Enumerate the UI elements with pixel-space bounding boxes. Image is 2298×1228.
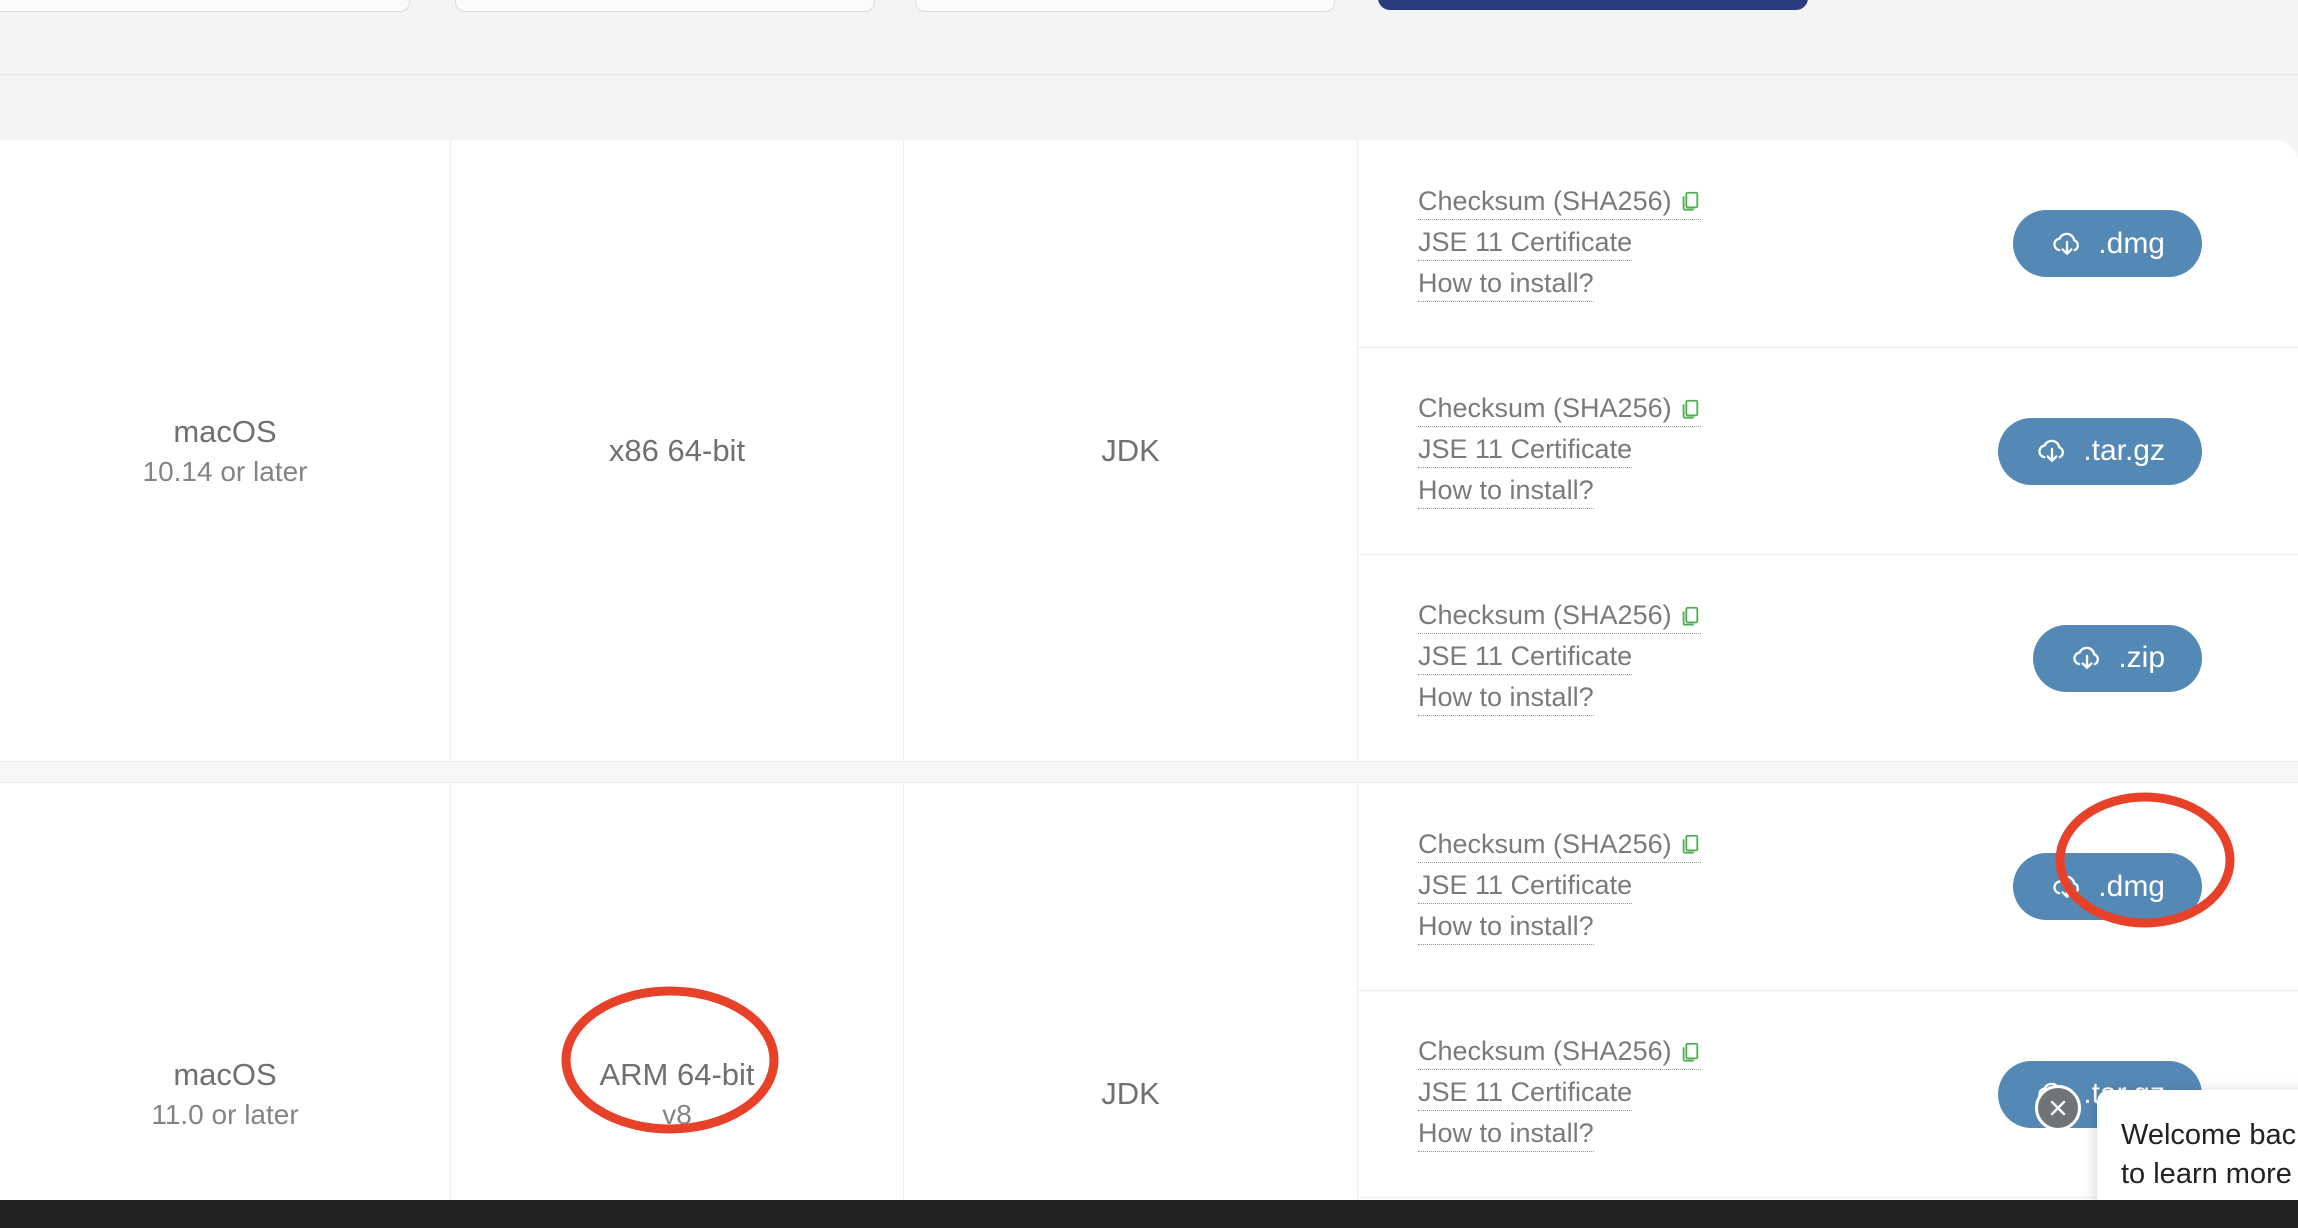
download-links: Checksum (SHA256) JSE 11 Certificate How… (1418, 1036, 1701, 1152)
how-to-install-link[interactable]: How to install? (1418, 475, 1594, 509)
certificate-link[interactable]: JSE 11 Certificate (1418, 641, 1633, 675)
section-divider-band (0, 48, 2298, 140)
copy-icon[interactable] (1679, 397, 1701, 421)
how-to-install-link[interactable]: How to install? (1418, 682, 1594, 716)
certificate-link[interactable]: JSE 11 Certificate (1418, 870, 1633, 904)
filter-select-2[interactable] (455, 0, 875, 12)
close-icon (2050, 1100, 2066, 1116)
package-type: JDK (1101, 432, 1160, 468)
checksum-label: Checksum (SHA256) (1418, 600, 1672, 630)
downloads-cell: Checksum (SHA256) JSE 11 Certificate How… (1357, 140, 2298, 761)
checksum-link[interactable]: Checksum (SHA256) (1418, 1036, 1701, 1070)
package-type-cell: JDK (903, 140, 1357, 761)
download-subrow: Checksum (SHA256) JSE 11 Certificate How… (1358, 554, 2298, 761)
certificate-link[interactable]: JSE 11 Certificate (1418, 1077, 1633, 1111)
download-button-zip[interactable]: .zip (2033, 624, 2202, 692)
checksum-label: Checksum (SHA256) (1418, 393, 1672, 423)
downloads-table: macOS 10.14 or later x86 64-bit JDK Chec… (0, 140, 2298, 1228)
download-links: Checksum (SHA256) JSE 11 Certificate How… (1418, 186, 1701, 302)
checksum-link[interactable]: Checksum (SHA256) (1418, 600, 1701, 634)
os-version: 10.14 or later (142, 455, 308, 487)
os-name: macOS (173, 1056, 277, 1092)
chat-line-2: to learn more (2121, 1158, 2292, 1191)
how-to-install-link[interactable]: How to install? (1418, 268, 1594, 302)
checksum-link[interactable]: Checksum (SHA256) (1418, 186, 1701, 220)
cloud-download-icon (2053, 875, 2080, 898)
top-control-strip (0, 0, 2298, 48)
architecture-cell: ARM 64-bit v8 (450, 783, 903, 1228)
checksum-link[interactable]: Checksum (SHA256) (1418, 829, 1701, 863)
checksum-label: Checksum (SHA256) (1418, 828, 1672, 859)
checksum-link[interactable]: Checksum (SHA256) (1418, 393, 1701, 427)
page-root: macOS 10.14 or later x86 64-bit JDK Chec… (0, 0, 2298, 1228)
download-links: Checksum (SHA256) JSE 11 Certificate How… (1418, 829, 1701, 945)
os-version: 11.0 or later (151, 1098, 299, 1130)
download-button-label: .zip (2118, 641, 2165, 674)
filter-select-1[interactable] (0, 0, 410, 12)
download-button-targz[interactable]: .tar.gz (1998, 417, 2202, 485)
architecture-name: ARM 64-bit (599, 1056, 755, 1092)
chat-close-button[interactable] (2035, 1085, 2081, 1131)
checksum-label: Checksum (SHA256) (1418, 1036, 1672, 1066)
chat-line-1: Welcome back (2121, 1119, 2298, 1151)
copy-icon[interactable] (1679, 189, 1701, 213)
copy-icon[interactable] (1679, 604, 1701, 628)
checksum-label: Checksum (SHA256) (1418, 185, 1672, 216)
download-button-label: .dmg (2098, 869, 2165, 903)
architecture-cell: x86 64-bit (450, 140, 903, 761)
architecture-name: x86 64-bit (608, 432, 746, 468)
download-links: Checksum (SHA256) JSE 11 Certificate How… (1418, 393, 1701, 509)
how-to-install-link[interactable]: How to install? (1418, 1118, 1594, 1152)
os-cell: macOS 11.0 or later (0, 783, 450, 1228)
table-row: macOS 11.0 or later ARM 64-bit v8 JDK Ch… (0, 783, 2298, 1228)
download-subrow: Checksum (SHA256) JSE 11 Certificate How… (1358, 347, 2298, 554)
copy-icon[interactable] (1679, 832, 1701, 856)
os-cell: macOS 10.14 or later (0, 140, 450, 761)
package-type: JDK (1101, 1075, 1160, 1111)
os-name: macOS (173, 413, 277, 449)
cloud-download-icon (2038, 439, 2065, 462)
download-subrow: Checksum (SHA256) JSE 11 Certificate How… (1358, 140, 2298, 347)
bottom-bar (0, 1200, 2298, 1228)
package-type-cell: JDK (903, 783, 1357, 1228)
copy-icon[interactable] (1679, 1040, 1701, 1064)
download-button-dmg[interactable]: .dmg (2013, 853, 2202, 920)
certificate-link[interactable]: JSE 11 Certificate (1418, 434, 1633, 468)
row-separator (0, 761, 2298, 783)
architecture-variant: v8 (662, 1098, 692, 1130)
certificate-link[interactable]: JSE 11 Certificate (1418, 227, 1633, 261)
download-subrow: Checksum (SHA256) JSE 11 Certificate How… (1358, 783, 2298, 990)
download-button-label: .tar.gz (2083, 434, 2165, 467)
table-row: macOS 10.14 or later x86 64-bit JDK Chec… (0, 140, 2298, 761)
download-links: Checksum (SHA256) JSE 11 Certificate How… (1418, 600, 1701, 716)
how-to-install-link[interactable]: How to install? (1418, 911, 1594, 945)
download-button-dmg[interactable]: .dmg (2013, 210, 2202, 277)
download-button-label: .dmg (2098, 226, 2165, 260)
cloud-download-icon (2073, 646, 2100, 669)
cloud-download-icon (2053, 232, 2080, 255)
primary-action-button[interactable] (1378, 0, 1808, 10)
filter-select-3[interactable] (915, 0, 1335, 12)
